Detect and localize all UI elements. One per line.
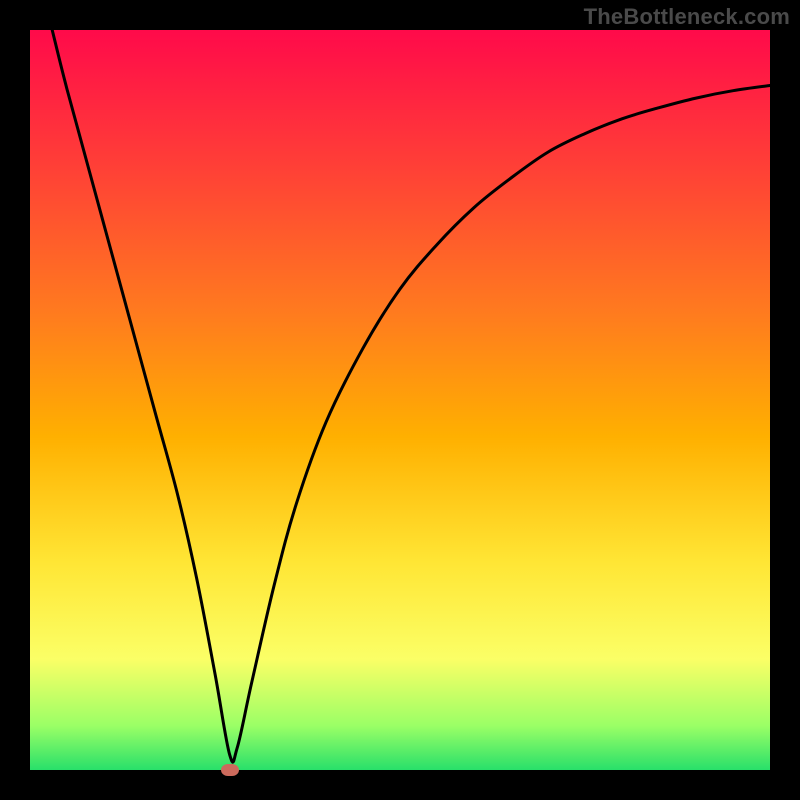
- chart-frame: TheBottleneck.com: [0, 0, 800, 800]
- gradient-background: [30, 30, 770, 770]
- plot-svg: [30, 30, 770, 770]
- plot-area: [30, 30, 770, 770]
- optimal-point-marker: [221, 764, 239, 776]
- watermark-label: TheBottleneck.com: [584, 4, 790, 30]
